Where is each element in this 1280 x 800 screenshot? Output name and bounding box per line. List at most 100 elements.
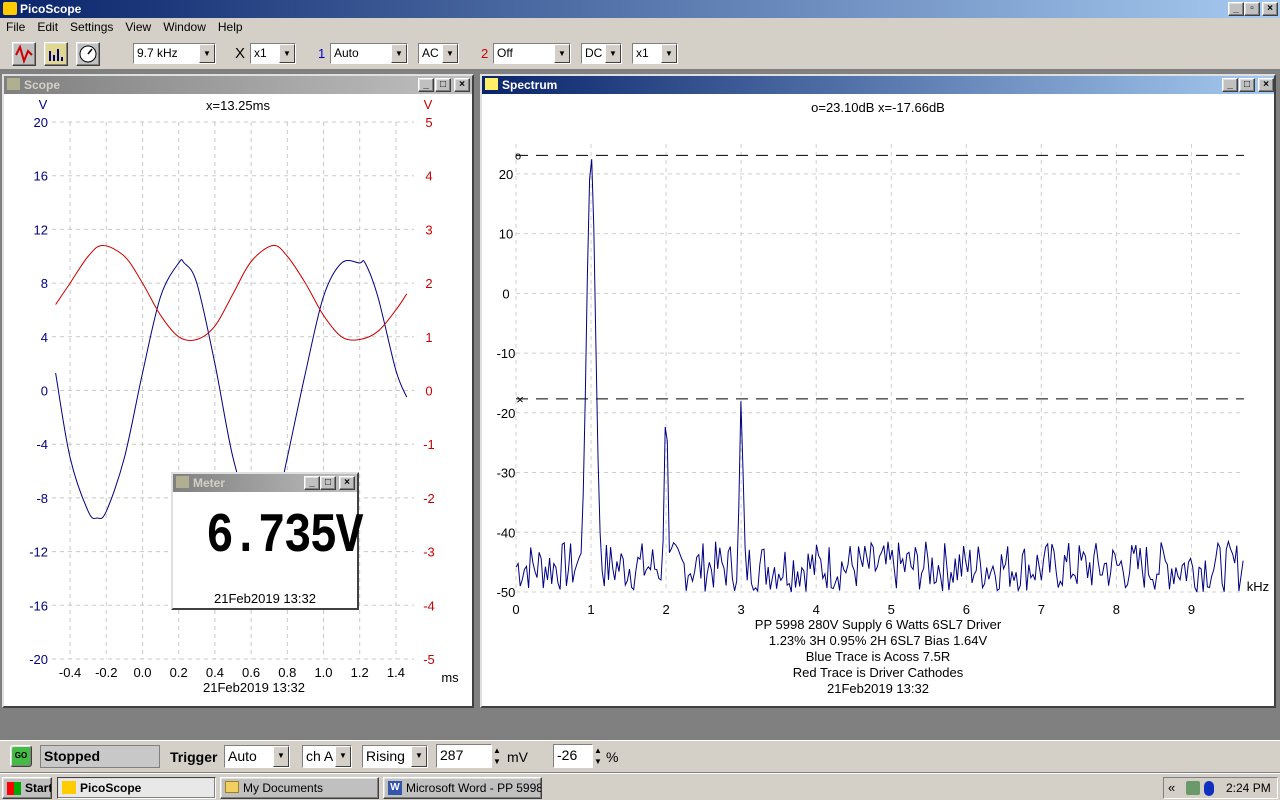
trigger-level-value: 287	[440, 747, 464, 763]
x-multiplier-select[interactable]: x1 ▼	[250, 43, 296, 64]
meter-close-button[interactable]: ×	[339, 476, 355, 490]
task-picoscope[interactable]: PicoScope	[57, 777, 216, 799]
bluetooth-icon[interactable]	[1204, 781, 1214, 796]
start-button[interactable]: Start	[2, 777, 52, 799]
clock: 2:24 PM	[1226, 781, 1271, 795]
menu-edit[interactable]: Edit	[31, 18, 64, 36]
spectrum-x-tick-label: 1	[587, 602, 594, 617]
scope-left-tick-label: 12	[34, 222, 48, 237]
trigger-delay-spinner[interactable]: ▲ ▼	[594, 745, 605, 767]
spectrum-minimize-button[interactable]: _	[1222, 78, 1238, 92]
channel-1-coupling-select[interactable]: AC ▼	[418, 43, 459, 64]
channel-2-multiplier-select[interactable]: x1 ▼	[632, 43, 678, 64]
task-microsoft-word-label: Microsoft Word - PP 5998...	[406, 781, 542, 795]
trigger-edge-value: Rising	[366, 748, 405, 764]
meter-window[interactable]: Meter _ □ × 6.735V 21Feb2019 13:32	[171, 472, 363, 610]
scope-minimize-button[interactable]: _	[418, 78, 434, 92]
scope-window: Scope _ □ × V V 20 16 12 8 4 0 -4 -8 -12 -16 -20 5 4 3 2…	[2, 74, 474, 708]
spectrum-cursor-x-marker: ×	[516, 392, 524, 407]
trigger-level-spinner[interactable]: ▲ ▼	[493, 745, 504, 767]
meter-window-icon	[176, 476, 189, 488]
scope-right-tick-label: -2	[423, 491, 435, 506]
menu-help[interactable]: Help	[212, 18, 249, 36]
go-button[interactable]: GO	[10, 745, 32, 767]
channel-2-coupling-select[interactable]: DC ▼	[581, 43, 622, 64]
meter-window-title-bar: Meter _ □ ×	[173, 474, 357, 492]
meter-maximize-button[interactable]: □	[320, 476, 336, 490]
spectrum-y-tick-label: -10	[497, 346, 516, 361]
meter-minimize-button[interactable]: _	[304, 476, 320, 490]
chevron-down-icon: ▼	[554, 44, 570, 63]
minimize-button[interactable]: _	[1228, 2, 1244, 16]
scope-wave-icon	[15, 44, 33, 65]
task-picoscope-label: PicoScope	[80, 781, 142, 795]
spectrum-x-tick-label: 6	[963, 602, 970, 617]
spectrum-plot[interactable]: 20 10 0 -10 -20 -30 -40 -50 0 1 2 3 4 5 6 7 8 9 kHz o ×	[482, 94, 1274, 706]
close-button[interactable]: ×	[1262, 2, 1278, 16]
scope-close-button[interactable]: ×	[454, 78, 470, 92]
scope-maximize-button[interactable]: □	[435, 78, 451, 92]
spectrum-x-tick-label: 7	[1038, 602, 1045, 617]
channel-2-label: 2	[481, 46, 489, 61]
task-my-documents[interactable]: My Documents	[220, 777, 379, 799]
spectrum-window-title: Spectrum	[502, 78, 558, 92]
meter-value: 6.735V	[206, 504, 363, 568]
task-my-documents-label: My Documents	[243, 781, 324, 795]
chevron-down-icon: ▼	[661, 44, 677, 63]
scope-x-tick-label: 0.2	[170, 665, 188, 680]
scope-plot[interactable]: V V201612840-4-8-12-16-20543210-1-2-3-4-5…	[4, 94, 472, 706]
spectrum-cursor-readout: o=23.10dB x=-17.66dB	[811, 100, 945, 115]
spectrum-note-3: Blue Trace is Acoss 7.5R	[805, 649, 951, 664]
trigger-delay-value: -26	[557, 747, 578, 763]
scope-window-title: Scope	[24, 78, 61, 92]
scope-left-tick-label: 4	[41, 330, 48, 345]
spectrum-view-button[interactable]	[44, 42, 68, 66]
trigger-delay-input[interactable]: -26	[553, 744, 593, 768]
spectrum-close-button[interactable]: ×	[1258, 78, 1274, 92]
scope-left-tick-label: -4	[36, 437, 48, 452]
network-icon[interactable]	[1186, 781, 1200, 795]
trigger-level-input[interactable]: 287	[436, 744, 492, 768]
trigger-channel-select[interactable]: ch A ▼	[302, 745, 352, 768]
menu-file[interactable]: File	[0, 18, 31, 36]
scope-right-tick-label: 5	[425, 115, 432, 130]
trigger-mode-select[interactable]: Auto ▼	[224, 745, 290, 768]
scope-x-tick-label: 1.4	[387, 665, 405, 680]
restore-button[interactable]: ▫	[1244, 2, 1260, 16]
meter-window-title: Meter	[193, 476, 226, 490]
trigger-level-unit: mV	[507, 749, 528, 765]
scope-x-tick-label: 1.0	[314, 665, 332, 680]
spectrum-maximize-button[interactable]: □	[1239, 78, 1255, 92]
scope-view-button[interactable]	[12, 42, 36, 66]
spectrum-x-tick-label: 0	[512, 602, 519, 617]
scope-left-tick-label: 16	[34, 169, 48, 184]
menu-settings[interactable]: Settings	[64, 18, 119, 36]
spectrum-window-title-bar: Spectrum _ □ ×	[482, 76, 1274, 94]
channel-1-range-select[interactable]: Auto ▼	[330, 43, 408, 64]
scope-x-tick-label: -0.2	[95, 665, 117, 680]
tray-chevron-icon[interactable]: «	[1168, 780, 1175, 795]
timebase-select[interactable]: 9.7 kHz ▼	[133, 43, 216, 64]
spectrum-note-4: Red Trace is Driver Cathodes	[792, 665, 964, 680]
task-microsoft-word[interactable]: W Microsoft Word - PP 5998...	[383, 777, 542, 799]
trigger-delay-unit: %	[606, 749, 619, 765]
start-label: Start	[25, 781, 52, 795]
folder-icon	[225, 781, 239, 793]
scope-right-tick-label: 2	[425, 276, 432, 291]
scope-right-tick-label: -4	[423, 598, 435, 613]
trigger-edge-select[interactable]: Rising ▼	[362, 745, 428, 768]
menu-window[interactable]: Window	[157, 18, 212, 36]
app-icon	[3, 2, 17, 15]
spectrum-y-tick-label: 10	[499, 227, 513, 242]
channel-2-range-select[interactable]: Off ▼	[493, 43, 571, 64]
scope-left-tick-label: -16	[29, 598, 48, 613]
scope-right-tick-label: -5	[423, 652, 435, 667]
menu-view[interactable]: View	[119, 18, 157, 36]
spectrum-x-tick-label: 9	[1188, 602, 1195, 617]
spectrum-x-unit: kHz	[1247, 579, 1269, 594]
channel-1-label: 1	[318, 46, 326, 61]
chevron-down-icon: ▼	[279, 44, 295, 63]
spectrum-y-tick-label: -50	[497, 585, 516, 600]
scope-window-title-bar: Scope _ □ ×	[4, 76, 472, 94]
meter-view-button[interactable]	[76, 42, 100, 66]
